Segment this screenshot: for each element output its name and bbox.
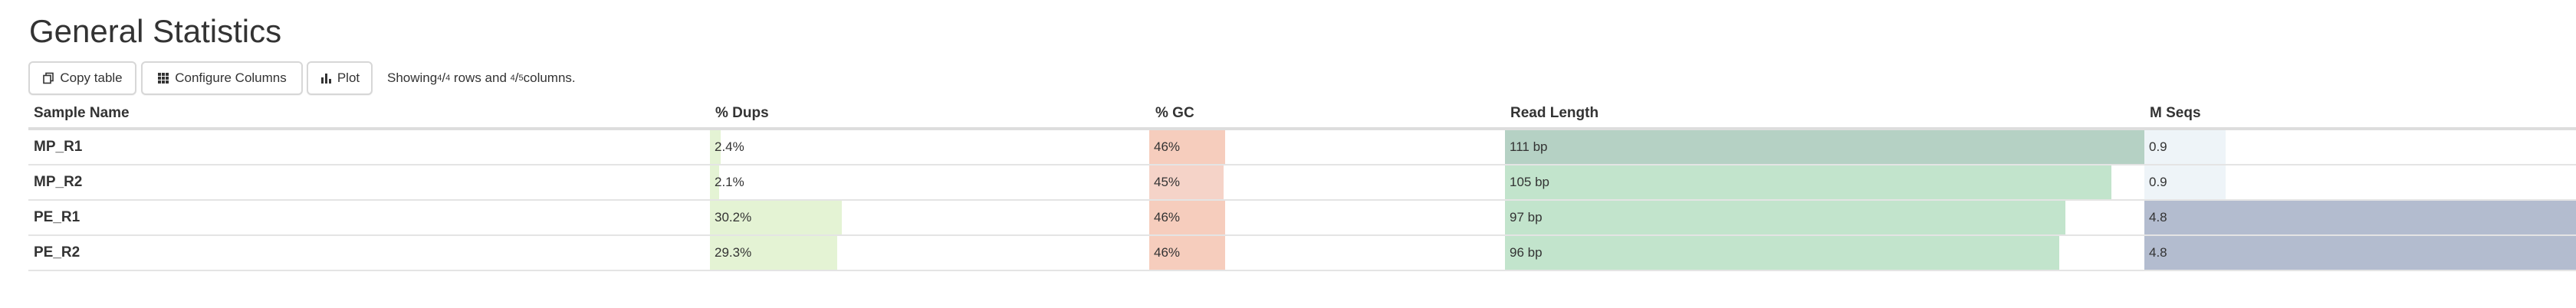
read-length-cell: 111 bp <box>1505 130 2146 164</box>
copy-table-label: Copy table <box>60 70 123 85</box>
grid-icon <box>157 72 169 84</box>
dups-cell: 30.2% <box>710 201 1145 234</box>
table-row: PE_R1 30.2% 46% 97 bp 4.8 <box>28 201 2576 236</box>
read-length-cell: 105 bp <box>1505 165 2146 199</box>
mseqs-value: 4.8 <box>2149 245 2167 260</box>
showing-prefix: Showing <box>387 70 438 85</box>
general-statistics-section: General Statistics Copy table Configure … <box>0 0 2576 308</box>
table-header-row: Sample Name % Dups % GC Read Length M Se… <box>28 100 2576 130</box>
visibility-summary: Showing 4/4 rows and 4/5 columns. <box>387 70 576 85</box>
mseqs-cell: 4.8 <box>2144 236 2576 270</box>
cols-shown: 4 <box>510 74 515 83</box>
configure-columns-button[interactable]: Configure Columns <box>141 61 303 95</box>
bar-chart-icon <box>320 72 332 84</box>
configure-columns-label: Configure Columns <box>175 70 287 85</box>
plot-button[interactable]: Plot <box>307 61 373 95</box>
read-length-bar <box>1505 236 2060 270</box>
read-length-value: 111 bp <box>1510 139 1548 154</box>
dups-value: 30.2% <box>715 210 752 224</box>
copy-table-button[interactable]: Copy table <box>28 61 136 95</box>
mseqs-bar <box>2144 236 2576 270</box>
dups-value: 2.1% <box>715 175 744 189</box>
copy-icon <box>42 72 54 84</box>
column-header-m-seqs[interactable]: M Seqs <box>2150 100 2201 127</box>
table-row: PE_R2 29.3% 46% 96 bp 4.8 <box>28 236 2576 271</box>
sample-name-cell: PE_R1 <box>34 209 80 225</box>
cols-suffix: columns. <box>523 70 576 85</box>
gc-cell: 46% <box>1149 201 1503 234</box>
gc-cell: 46% <box>1149 130 1503 164</box>
rows-suffix: rows and <box>450 70 511 85</box>
mseqs-value: 4.8 <box>2149 210 2167 224</box>
read-length-cell: 96 bp <box>1505 236 2146 270</box>
mseqs-cell: 0.9 <box>2144 130 2576 164</box>
column-header-sample-name[interactable]: Sample Name <box>34 100 130 127</box>
read-length-cell: 97 bp <box>1505 201 2146 234</box>
dups-value: 29.3% <box>715 245 752 260</box>
page-title: General Statistics <box>29 13 282 49</box>
gc-cell: 45% <box>1149 165 1503 199</box>
table-row: MP_R2 2.1% 45% 105 bp 0.9 <box>28 165 2576 201</box>
gc-value: 46% <box>1154 210 1181 224</box>
column-header-dups[interactable]: % Dups <box>715 100 769 127</box>
column-header-read-length[interactable]: Read Length <box>1510 100 1598 127</box>
mseqs-cell: 4.8 <box>2144 201 2576 234</box>
read-length-value: 105 bp <box>1510 175 1549 189</box>
rows-shown: 4 <box>437 74 442 83</box>
gc-value: 46% <box>1154 245 1181 260</box>
read-length-bar <box>1505 165 2111 199</box>
mseqs-bar <box>2144 201 2576 234</box>
table-row: MP_R1 2.4% 46% 111 bp 0.9 <box>28 130 2576 165</box>
sample-name-cell: MP_R2 <box>34 174 83 190</box>
column-header-gc[interactable]: % GC <box>1155 100 1194 127</box>
dups-cell: 2.4% <box>710 130 1145 164</box>
sample-name-cell: PE_R2 <box>34 244 80 260</box>
sample-name-cell: MP_R1 <box>34 139 83 155</box>
mseqs-value: 0.9 <box>2149 139 2167 154</box>
dups-cell: 2.1% <box>710 165 1145 199</box>
read-length-value: 97 bp <box>1510 210 1543 224</box>
gc-value: 45% <box>1154 175 1181 189</box>
dups-value: 2.4% <box>715 139 744 154</box>
read-length-value: 96 bp <box>1510 245 1543 260</box>
dups-cell: 29.3% <box>710 236 1145 270</box>
gc-value: 46% <box>1154 139 1181 154</box>
mseqs-value: 0.9 <box>2149 175 2167 189</box>
read-length-bar <box>1505 130 2146 164</box>
plot-label: Plot <box>337 70 360 85</box>
read-length-bar <box>1505 201 2065 234</box>
mseqs-cell: 0.9 <box>2144 165 2576 199</box>
gc-cell: 46% <box>1149 236 1503 270</box>
